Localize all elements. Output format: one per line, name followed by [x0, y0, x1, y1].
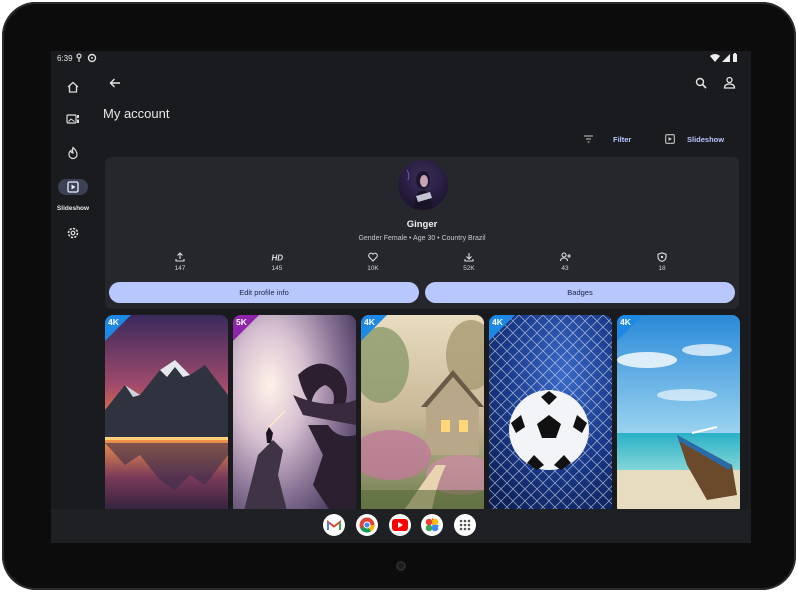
- gmail-icon[interactable]: [323, 514, 345, 536]
- slideshow-button[interactable]: Slideshow: [687, 135, 724, 144]
- youtube-icon[interactable]: [389, 514, 411, 536]
- screen: 6:39 Slideshow My account Filter Slidesh…: [51, 51, 751, 543]
- hd-icon: HD: [272, 254, 284, 263]
- status-bar: 6:39: [51, 51, 751, 67]
- battery-icon: [733, 53, 737, 62]
- rail-item-home[interactable]: [51, 75, 95, 99]
- stat-uploads: 147: [150, 251, 210, 272]
- status-time: 6:39: [57, 54, 73, 63]
- followers-icon: [559, 252, 571, 262]
- resolution-badge: 5K: [236, 317, 247, 327]
- photos-icon[interactable]: [421, 514, 443, 536]
- wallpaper-soccer: [489, 315, 612, 515]
- rail-item-wallpapers[interactable]: [51, 107, 95, 131]
- profile-card: Ginger Gender Female • Age 30 • Country …: [105, 157, 739, 309]
- wallpaper-mountain-lake: [105, 315, 228, 515]
- trending-icon: [68, 146, 78, 160]
- svg-text:HD: HD: [272, 254, 284, 263]
- slideshow-icon: [67, 181, 79, 193]
- upload-icon: [175, 252, 185, 262]
- wallpaper-cottage: [361, 315, 484, 515]
- wallpapers-icon: [66, 114, 79, 124]
- download-icon: [464, 253, 474, 262]
- stat-followers: 43: [535, 251, 595, 272]
- stat-badges: 18: [632, 251, 692, 272]
- wallpaper-dragon: [233, 315, 356, 515]
- app-dock: [51, 509, 751, 543]
- resolution-badge: 4K: [492, 317, 503, 327]
- badges-button[interactable]: Badges: [425, 282, 735, 303]
- wallpaper-beach: [617, 315, 740, 515]
- home-icon: [67, 81, 79, 93]
- navigation-rail: Slideshow: [51, 67, 95, 517]
- resolution-badge: 4K: [364, 317, 375, 327]
- page-title: My account: [103, 106, 170, 121]
- stat-hd: HD 145: [271, 253, 284, 273]
- wallpaper-tile[interactable]: 4K: [617, 315, 740, 515]
- rail-item-slideshow[interactable]: [51, 175, 95, 199]
- profile-name: Ginger: [406, 219, 438, 230]
- wallpaper-tile[interactable]: 5K: [233, 315, 356, 515]
- tablet-frame: 6:39 Slideshow My account Filter Slidesh…: [2, 2, 796, 590]
- settings-icon: [67, 227, 79, 239]
- stat-downloads: 52K: [439, 251, 499, 272]
- avatar-image: [406, 169, 432, 210]
- edit-profile-button[interactable]: Edit profile info: [109, 282, 419, 303]
- profile-meta: Gender Female • Age 30 • Country Brazil: [358, 235, 486, 242]
- filter-button[interactable]: Filter: [613, 135, 631, 144]
- filter-icon: [584, 135, 593, 143]
- account-icon[interactable]: [723, 76, 736, 89]
- profile-stats: 147 HD 145 10K 52K 43 18: [105, 251, 739, 277]
- wallpaper-grid: 4K 5K 4K 4K 4K: [105, 315, 745, 515]
- signal-icon: [722, 54, 730, 62]
- search-icon[interactable]: [695, 77, 707, 89]
- rail-label-slideshow: Slideshow: [56, 205, 90, 212]
- chrome-icon[interactable]: [356, 514, 378, 536]
- wallpaper-tile[interactable]: 4K: [361, 315, 484, 515]
- resolution-badge: 4K: [620, 317, 631, 327]
- wallpaper-tile[interactable]: 4K: [489, 315, 612, 515]
- rail-item-trending[interactable]: [51, 141, 95, 165]
- wifi-icon: [710, 54, 720, 62]
- camera-icon: [396, 561, 406, 571]
- avatar[interactable]: [398, 160, 448, 210]
- settings-status-icon: [87, 53, 97, 63]
- resolution-badge: 4K: [108, 317, 119, 327]
- location-icon: [76, 53, 82, 62]
- heart-icon: [368, 252, 378, 262]
- app-drawer-icon[interactable]: [454, 514, 476, 536]
- rail-item-settings[interactable]: [51, 221, 95, 245]
- stat-likes: 10K: [343, 251, 403, 272]
- badge-shield-icon: [657, 252, 667, 262]
- back-arrow-icon[interactable]: [109, 77, 121, 89]
- rail-active-indicator: [58, 179, 88, 195]
- wallpaper-tile[interactable]: 4K: [105, 315, 228, 515]
- slideshow-toolbar-icon: [665, 134, 675, 144]
